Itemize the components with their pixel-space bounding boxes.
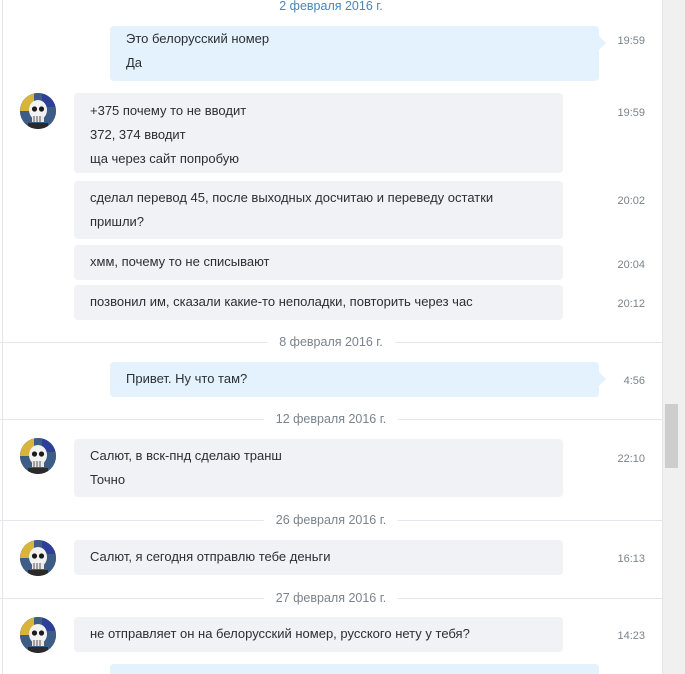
message-bubble-incoming[interactable]: хмм, почему то не списывают [74,245,563,280]
date-separator: 12 февраля 2016 г. [0,409,662,429]
message-time: 19:59 [617,107,645,119]
contact-avatar[interactable] [20,438,56,474]
message-bubble-incoming[interactable]: не отправляет он на белорусский номер, р… [74,617,563,652]
message-text: Да [126,55,143,70]
date-label: 27 февраля 2016 г. [263,590,399,606]
message-text: ща через сайт попробую [90,151,240,166]
skull-avatar-icon [20,438,56,474]
date-label: 26 февраля 2016 г. [263,512,399,528]
message-text: +375 почему то не вводит [90,103,247,118]
message-time: 14:23 [617,630,645,642]
date-label: 12 февраля 2016 г. [263,411,399,427]
message-text: Это белорусский номер [126,31,270,46]
date-separator: 8 февраля 2016 г. [0,332,662,352]
message-bubble-incoming[interactable]: Салют, я сегодня отправлю тебе деньги [74,540,563,575]
contact-avatar[interactable] [20,617,56,653]
message-time: 19:59 [617,35,645,47]
message-time: 20:02 [617,195,645,207]
message-time: 4:56 [623,375,645,387]
date-separator: 27 февраля 2016 г. [0,588,662,608]
message-time: 20:04 [617,259,645,271]
message-text: позвонил им, сказали какие-то неполадки,… [90,294,473,309]
skull-avatar-icon [20,540,56,576]
message-text: не отправляет он на белорусский номер, р… [90,626,470,641]
message-text: 372, 374 вводит [90,127,186,142]
date-label: 8 февраля 2016 г. [267,334,395,350]
contact-avatar[interactable] [20,540,56,576]
message-text: Салют, я сегодня отправлю тебе деньги [90,549,331,564]
message-text: Привет. Ну что там? [126,371,248,386]
message-bubble-outgoing[interactable]: Привет. Ну что там? [110,362,606,397]
vertical-scrollbar[interactable] [662,0,685,674]
message-bubble-incoming[interactable]: Салют, в вск-пнд сделаю транш Точно [74,439,563,497]
message-bubble-incoming[interactable]: сделал перевод 45, после выходных досчит… [74,181,563,239]
message-bubble-incoming[interactable]: позвонил им, сказали какие-то неполадки,… [74,285,563,320]
message-text: пришли? [90,214,145,229]
chat-history[interactable]: 2 февраля 2016 г. Это белорусский номер … [0,0,662,674]
message-text: хмм, почему то не списывают [90,254,270,269]
scrollbar-thumb[interactable] [665,404,678,468]
message-bubble-outgoing[interactable] [110,664,599,674]
message-bubble-outgoing[interactable]: Это белорусский номер Да [110,26,606,81]
contact-avatar[interactable] [20,93,56,129]
message-text: Салют, в вск-пнд сделаю транш [90,448,282,463]
message-time: 16:13 [617,553,645,565]
skull-avatar-icon [20,617,56,653]
message-time: 22:10 [617,453,645,465]
message-bubble-incoming[interactable]: +375 почему то не вводит 372, 374 вводит… [74,93,563,173]
date-separator: 26 февраля 2016 г. [0,510,662,530]
date-separator: 2 февраля 2016 г. [0,0,662,16]
message-text: сделал перевод 45, после выходных досчит… [90,190,494,205]
date-label[interactable]: 2 февраля 2016 г. [267,0,395,14]
message-time: 20:12 [617,298,645,310]
message-text: Точно [90,472,126,487]
skull-avatar-icon [20,93,56,129]
